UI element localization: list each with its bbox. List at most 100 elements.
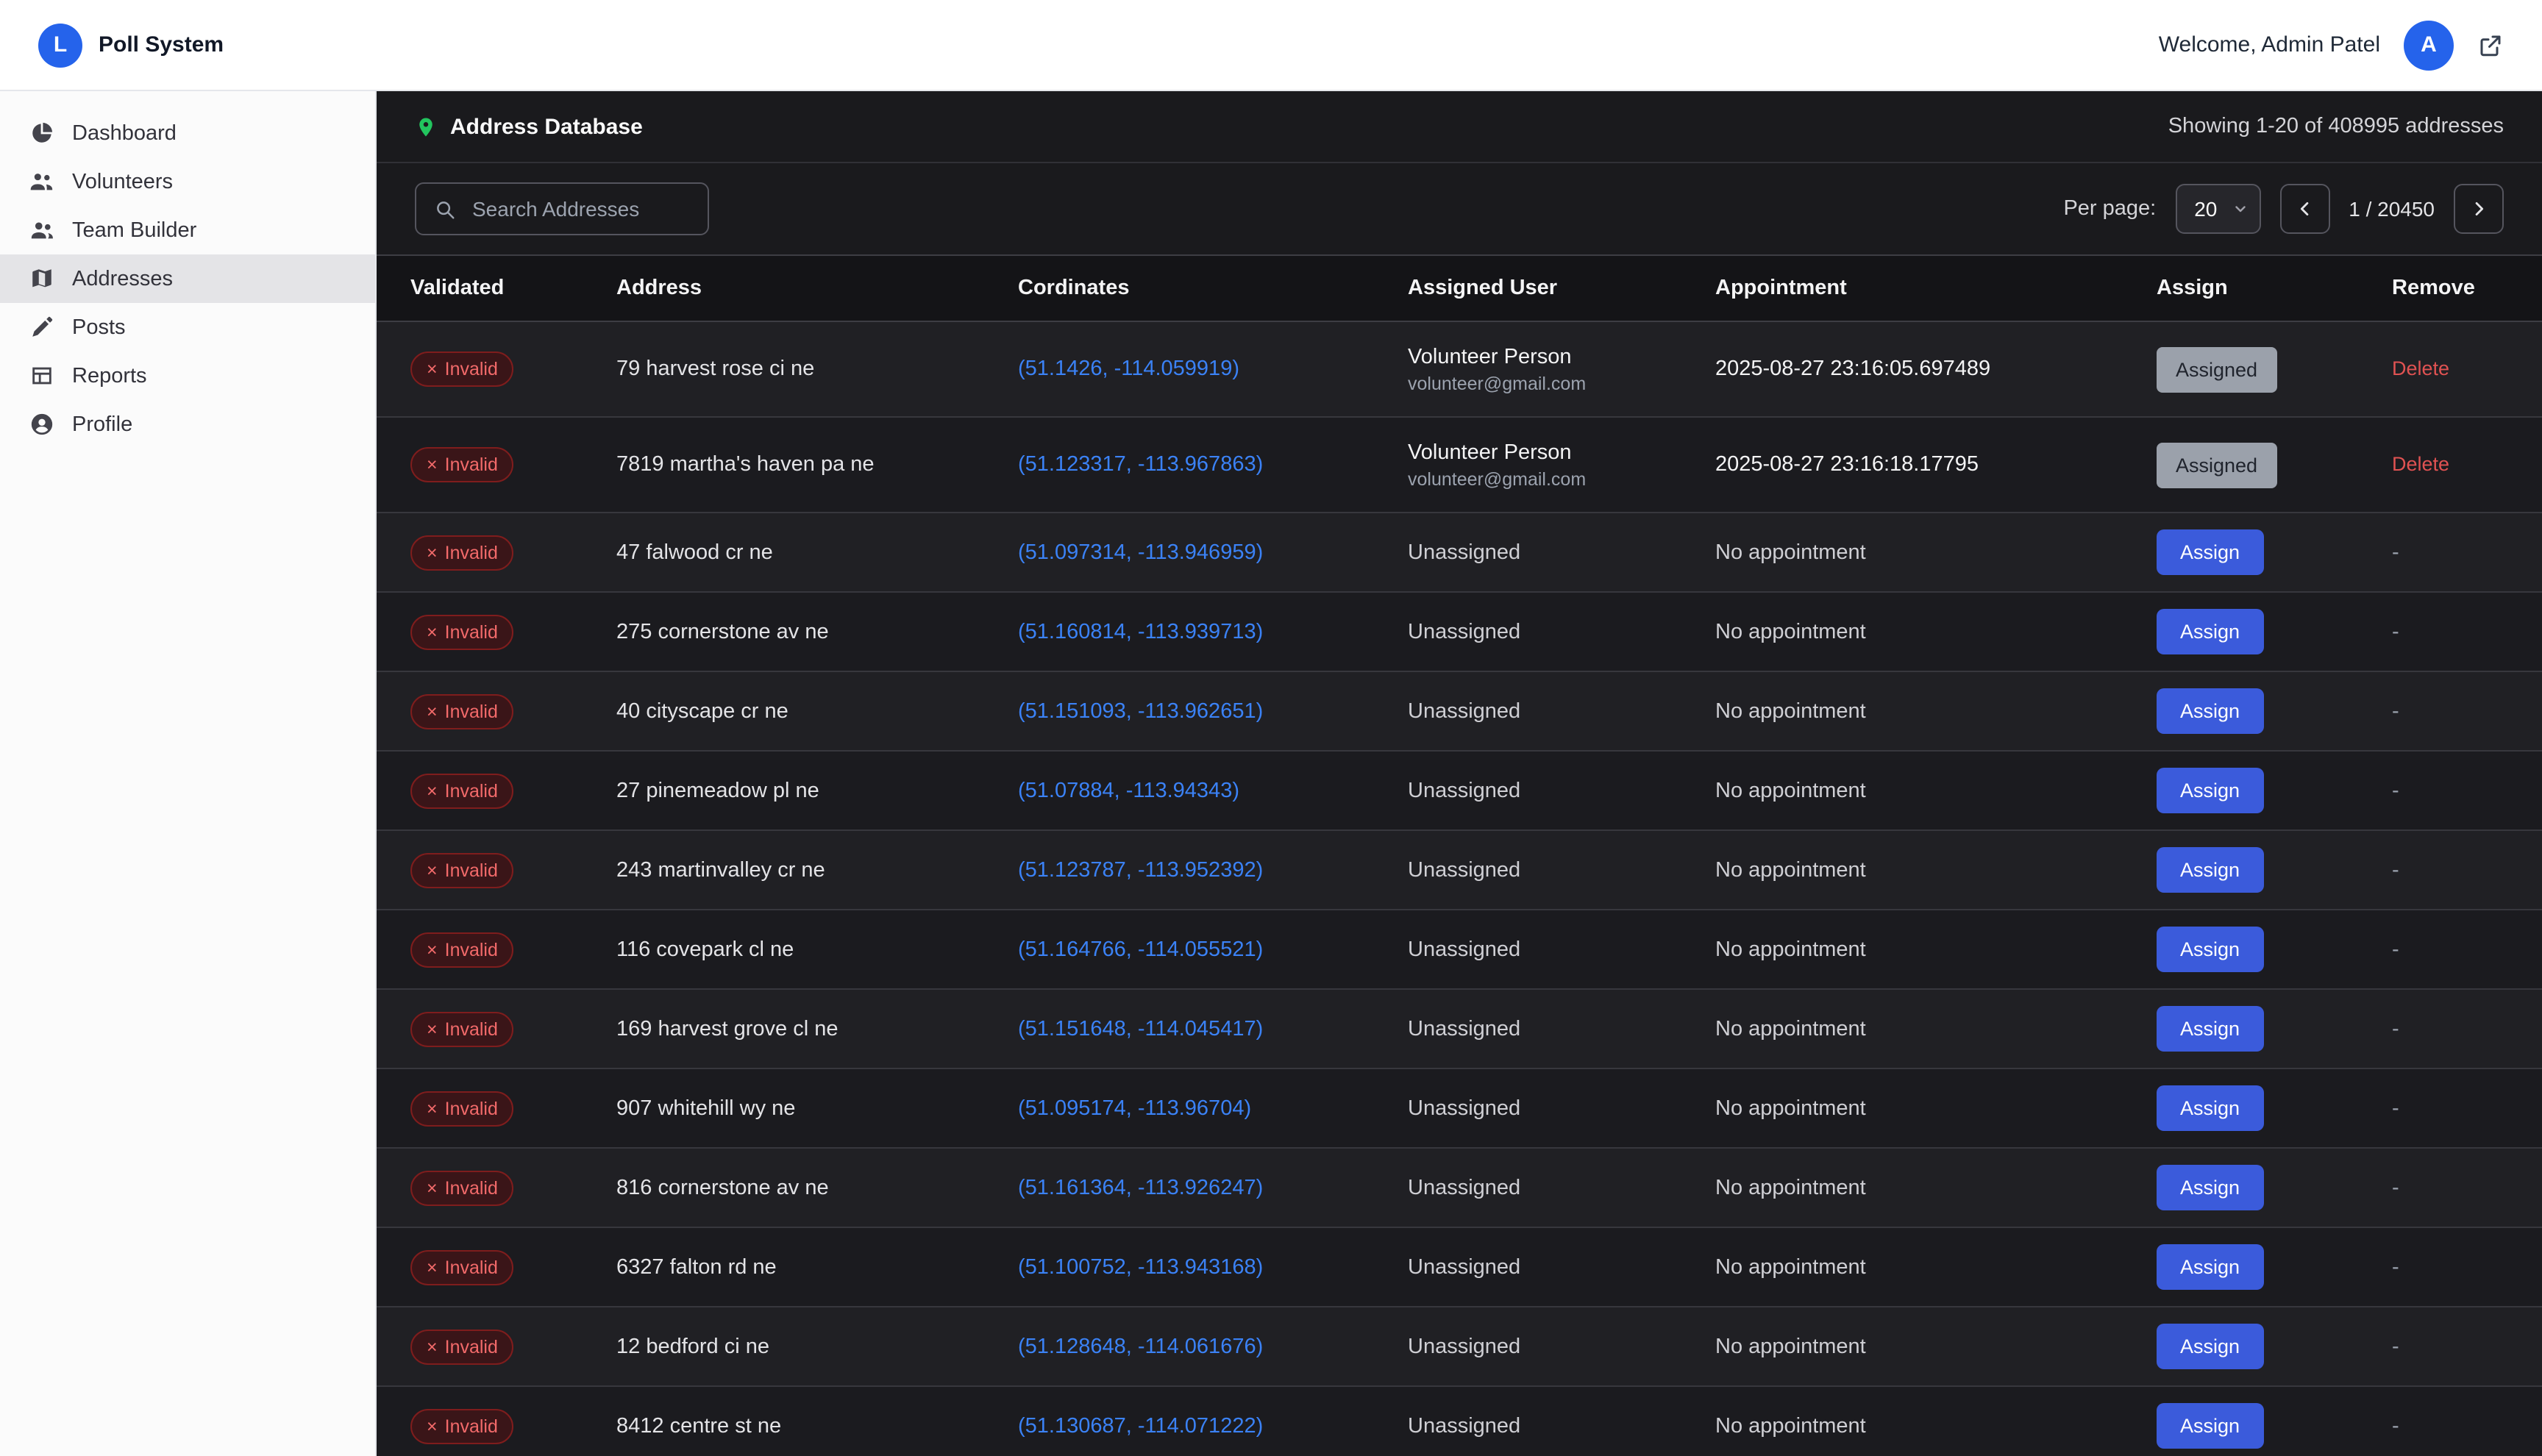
appointment-text: No appointment: [1715, 513, 2157, 592]
assigned-user-email: volunteer@gmail.com: [1408, 373, 1715, 393]
assign-cell: Assign: [2157, 751, 2392, 830]
coordinates-link[interactable]: (51.128648, -114.061676): [1018, 1335, 1263, 1358]
assign-button[interactable]: Assign: [2157, 1006, 2263, 1052]
coordinates-link[interactable]: (51.123317, -113.967863): [1018, 453, 1263, 477]
external-link-icon[interactable]: [2477, 32, 2504, 58]
coordinates-link[interactable]: (51.151648, -114.045417): [1018, 1017, 1263, 1041]
remove-cell: Delete: [2392, 321, 2542, 417]
assign-button[interactable]: Assign: [2157, 847, 2263, 893]
validated-cell: ×Invalid: [377, 417, 616, 513]
validated-cell: ×Invalid: [377, 751, 616, 830]
page-indicator: 1 / 20450: [2349, 197, 2435, 221]
invalid-x-icon: ×: [427, 780, 438, 801]
sidebar-item-team-builder[interactable]: Team Builder: [0, 206, 375, 254]
sidebar-item-profile[interactable]: Profile: [0, 400, 375, 449]
assigned-user: Volunteer Person volunteer@gmail.com: [1408, 440, 1715, 489]
coordinates-link[interactable]: (51.097314, -113.946959): [1018, 540, 1263, 564]
remove-cell: -: [2392, 671, 2542, 751]
sidebar-item-reports[interactable]: Reports: [0, 351, 375, 400]
coordinates-cell: (51.151093, -113.962651): [1018, 671, 1408, 751]
remove-cell: -: [2392, 830, 2542, 910]
invalid-badge-label: Invalid: [445, 1018, 498, 1039]
brand[interactable]: L Poll System: [38, 23, 224, 67]
address-row: ×Invalid 907 whitehill wy ne (51.095174,…: [377, 1068, 2542, 1148]
assign-cell: Assign: [2157, 1148, 2392, 1227]
sidebar-item-volunteers[interactable]: Volunteers: [0, 157, 375, 206]
next-page-button[interactable]: [2454, 184, 2504, 234]
assign-button[interactable]: Assign: [2157, 1165, 2263, 1210]
address-text: 79 harvest rose ci ne: [616, 321, 1018, 417]
assign-button[interactable]: Assign: [2157, 529, 2263, 575]
coordinates-cell: (51.164766, -114.055521): [1018, 910, 1408, 989]
assign-button[interactable]: Assign: [2157, 1403, 2263, 1449]
assigned-user-name: Volunteer Person: [1408, 440, 1715, 464]
coordinates-cell: (51.07884, -113.94343): [1018, 751, 1408, 830]
validated-cell: ×Invalid: [377, 830, 616, 910]
invalid-badge-label: Invalid: [445, 1257, 498, 1277]
invalid-badge-label: Invalid: [445, 1177, 498, 1198]
search-input[interactable]: [469, 196, 690, 222]
coordinates-link[interactable]: (51.164766, -114.055521): [1018, 938, 1263, 961]
assign-button[interactable]: Assign: [2157, 1324, 2263, 1369]
coordinates-link[interactable]: (51.161364, -113.926247): [1018, 1176, 1263, 1199]
appointment-text: No appointment: [1715, 751, 2157, 830]
assign-button[interactable]: Assign: [2157, 1244, 2263, 1290]
coordinates-link[interactable]: (51.123787, -113.952392): [1018, 858, 1263, 882]
address-text: 243 martinvalley cr ne: [616, 830, 1018, 910]
address-table-body: ×Invalid 79 harvest rose ci ne (51.1426,…: [377, 321, 2542, 1456]
sidebar-item-dashboard[interactable]: Dashboard: [0, 109, 375, 157]
assign-cell: Assign: [2157, 910, 2392, 989]
coordinates-cell: (51.130687, -114.071222): [1018, 1386, 1408, 1456]
address-row: ×Invalid 79 harvest rose ci ne (51.1426,…: [377, 321, 2542, 417]
appointment-text: No appointment: [1715, 1148, 2157, 1227]
prev-page-button[interactable]: [2279, 184, 2329, 234]
assigned-button[interactable]: Assigned: [2157, 346, 2276, 392]
user-avatar[interactable]: A: [2404, 20, 2454, 70]
appointment-text: No appointment: [1715, 1386, 2157, 1456]
per-page-select[interactable]: 20: [2175, 184, 2260, 234]
assign-button[interactable]: Assign: [2157, 1085, 2263, 1131]
assign-button[interactable]: Assign: [2157, 609, 2263, 654]
coordinates-cell: (51.128648, -114.061676): [1018, 1307, 1408, 1386]
search-icon: [434, 198, 456, 220]
coordinates-link[interactable]: (51.160814, -113.939713): [1018, 620, 1263, 643]
invalid-badge: ×Invalid: [410, 351, 514, 387]
column-header-assigned-user: Assigned User: [1408, 255, 1715, 321]
delete-button[interactable]: Delete: [2392, 357, 2449, 379]
coordinates-link[interactable]: (51.07884, -113.94343): [1018, 779, 1239, 802]
invalid-x-icon: ×: [427, 454, 438, 475]
search-box[interactable]: [415, 182, 709, 235]
invalid-x-icon: ×: [427, 1018, 438, 1039]
address-text: 116 covepark cl ne: [616, 910, 1018, 989]
appointment-text: No appointment: [1715, 592, 2157, 671]
invalid-badge: ×Invalid: [410, 1408, 514, 1443]
coordinates-link[interactable]: (51.1426, -114.059919): [1018, 357, 1239, 381]
column-header-validated: Validated: [377, 255, 616, 321]
per-page-label: Per page:: [2063, 197, 2156, 221]
no-remove-dash: -: [2392, 1414, 2399, 1438]
assign-cell: Assign: [2157, 830, 2392, 910]
assigned-button[interactable]: Assigned: [2157, 442, 2276, 488]
location-pin-icon: [415, 115, 437, 138]
coordinates-link[interactable]: (51.100752, -113.943168): [1018, 1255, 1263, 1279]
assign-cell: Assign: [2157, 671, 2392, 751]
delete-button[interactable]: Delete: [2392, 453, 2449, 475]
coordinates-cell: (51.100752, -113.943168): [1018, 1227, 1408, 1307]
sidebar-item-addresses[interactable]: Addresses: [0, 254, 375, 303]
assign-cell: Assign: [2157, 1307, 2392, 1386]
no-remove-dash: -: [2392, 1176, 2399, 1199]
coordinates-link[interactable]: (51.151093, -113.962651): [1018, 699, 1263, 723]
assign-button[interactable]: Assign: [2157, 768, 2263, 813]
unassigned-text: Unassigned: [1408, 1176, 1520, 1199]
unassigned-text: Unassigned: [1408, 1096, 1520, 1120]
reports-icon: [29, 363, 54, 388]
validated-cell: ×Invalid: [377, 1068, 616, 1148]
assign-button[interactable]: Assign: [2157, 688, 2263, 734]
sidebar-item-label: Volunteers: [72, 170, 173, 193]
sidebar-item-posts[interactable]: Posts: [0, 303, 375, 351]
address-row: ×Invalid 12 bedford ci ne (51.128648, -1…: [377, 1307, 2542, 1386]
validated-cell: ×Invalid: [377, 513, 616, 592]
assign-button[interactable]: Assign: [2157, 927, 2263, 972]
coordinates-link[interactable]: (51.095174, -113.96704): [1018, 1096, 1251, 1120]
coordinates-link[interactable]: (51.130687, -114.071222): [1018, 1414, 1263, 1438]
